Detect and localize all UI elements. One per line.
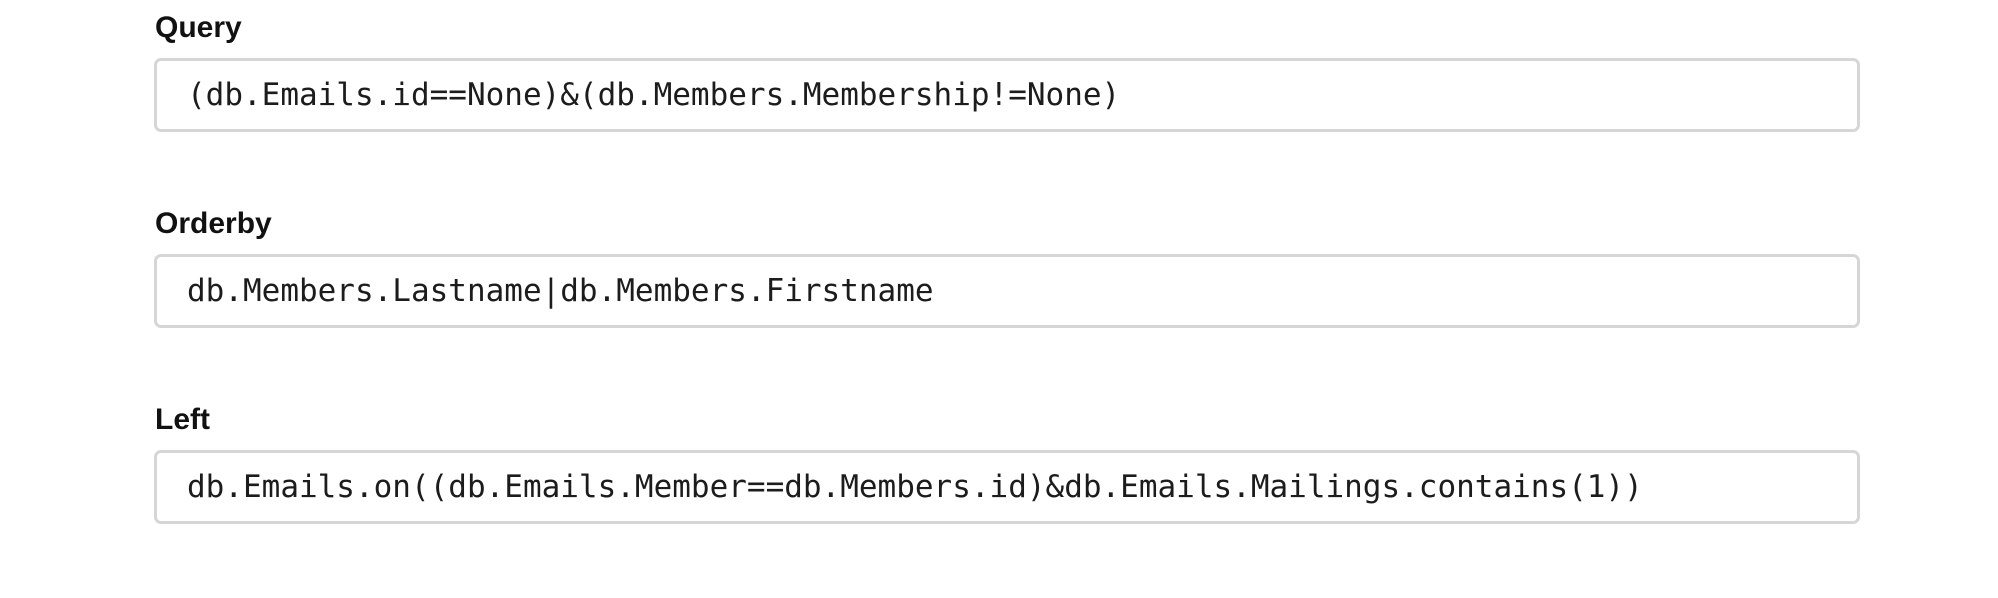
query-label: Query	[155, 11, 242, 44]
left-input[interactable]	[154, 450, 1860, 524]
orderby-field: Orderby	[154, 196, 1860, 392]
left-field: Left	[154, 392, 1860, 588]
query-form: Query Orderby Left	[154, 0, 1860, 588]
orderby-label: Orderby	[155, 207, 272, 240]
query-input[interactable]	[154, 58, 1860, 132]
query-field: Query	[154, 0, 1860, 196]
left-label: Left	[155, 403, 210, 436]
orderby-input[interactable]	[154, 254, 1860, 328]
